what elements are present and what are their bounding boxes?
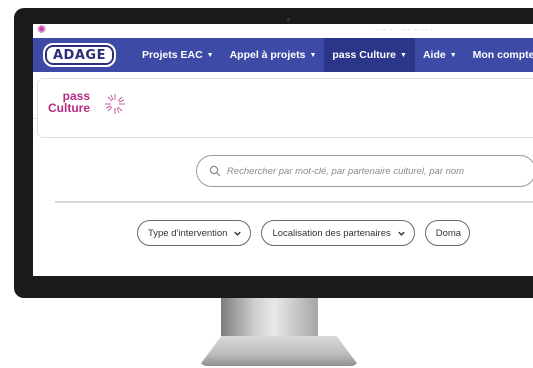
monitor-base xyxy=(199,336,359,366)
filter-label: Localisation des partenaires xyxy=(272,227,391,239)
chevron-down-icon xyxy=(234,231,242,236)
caret-down-icon: ▼ xyxy=(400,51,407,59)
filter-label: Type d'intervention xyxy=(148,227,228,239)
main-navbar: ADAGE Projets EAC ▼ Appel à projets ▼ pa… xyxy=(33,38,533,72)
nav-label: Aide xyxy=(422,49,446,61)
search-divider xyxy=(55,202,533,203)
nav-aide[interactable]: Aide ▼ xyxy=(415,38,465,72)
nav-appel-a-projets[interactable]: Appel à projets ▼ xyxy=(222,38,325,72)
nav-label: Mon compte xyxy=(472,49,533,61)
filter-domaine[interactable]: Doma xyxy=(424,220,471,246)
caret-down-icon: ▼ xyxy=(309,51,317,59)
pass-logo-line2: Culture xyxy=(48,101,90,115)
nav-projets-eac[interactable]: Projets EAC ▼ xyxy=(134,38,222,72)
nav-label: Projets EAC xyxy=(141,49,203,61)
filter-localisation[interactable]: Localisation des partenaires xyxy=(261,220,415,246)
monitor-neck xyxy=(221,298,318,338)
search-placeholder: Rechercher par mot-clé, par partenaire c… xyxy=(227,165,465,177)
nav-pass-culture[interactable]: pass Culture ▼ xyxy=(324,38,415,72)
filter-label: Doma xyxy=(435,227,462,239)
search-input[interactable]: Rechercher par mot-clé, par partenaire c… xyxy=(196,155,533,187)
caret-down-icon: ▼ xyxy=(449,51,457,59)
nav-label: pass Culture xyxy=(332,49,396,61)
filter-type-intervention[interactable]: Type d'intervention xyxy=(137,220,252,246)
camera-dot xyxy=(287,18,290,21)
nav-label: Appel à projets xyxy=(229,49,306,61)
top-strip: ✺ ·· ·· · · ··· ·· ·· ·· xyxy=(33,24,533,38)
chevron-down-icon xyxy=(398,231,405,236)
pass-culture-logo: pass Culture xyxy=(48,90,90,114)
filter-row: Type d'intervention Localisation des par… xyxy=(137,220,471,246)
nav-mon-compte[interactable]: Mon compte xyxy=(465,38,533,72)
burst-icon xyxy=(105,94,125,114)
adage-logo[interactable]: ADAGE xyxy=(43,43,116,67)
search-icon xyxy=(209,165,221,177)
caret-down-icon: ▼ xyxy=(206,51,214,59)
sparkle-icon: ✺ xyxy=(37,24,47,36)
user-info: ·· ·· · · ··· ·· ·· ·· xyxy=(373,27,437,33)
